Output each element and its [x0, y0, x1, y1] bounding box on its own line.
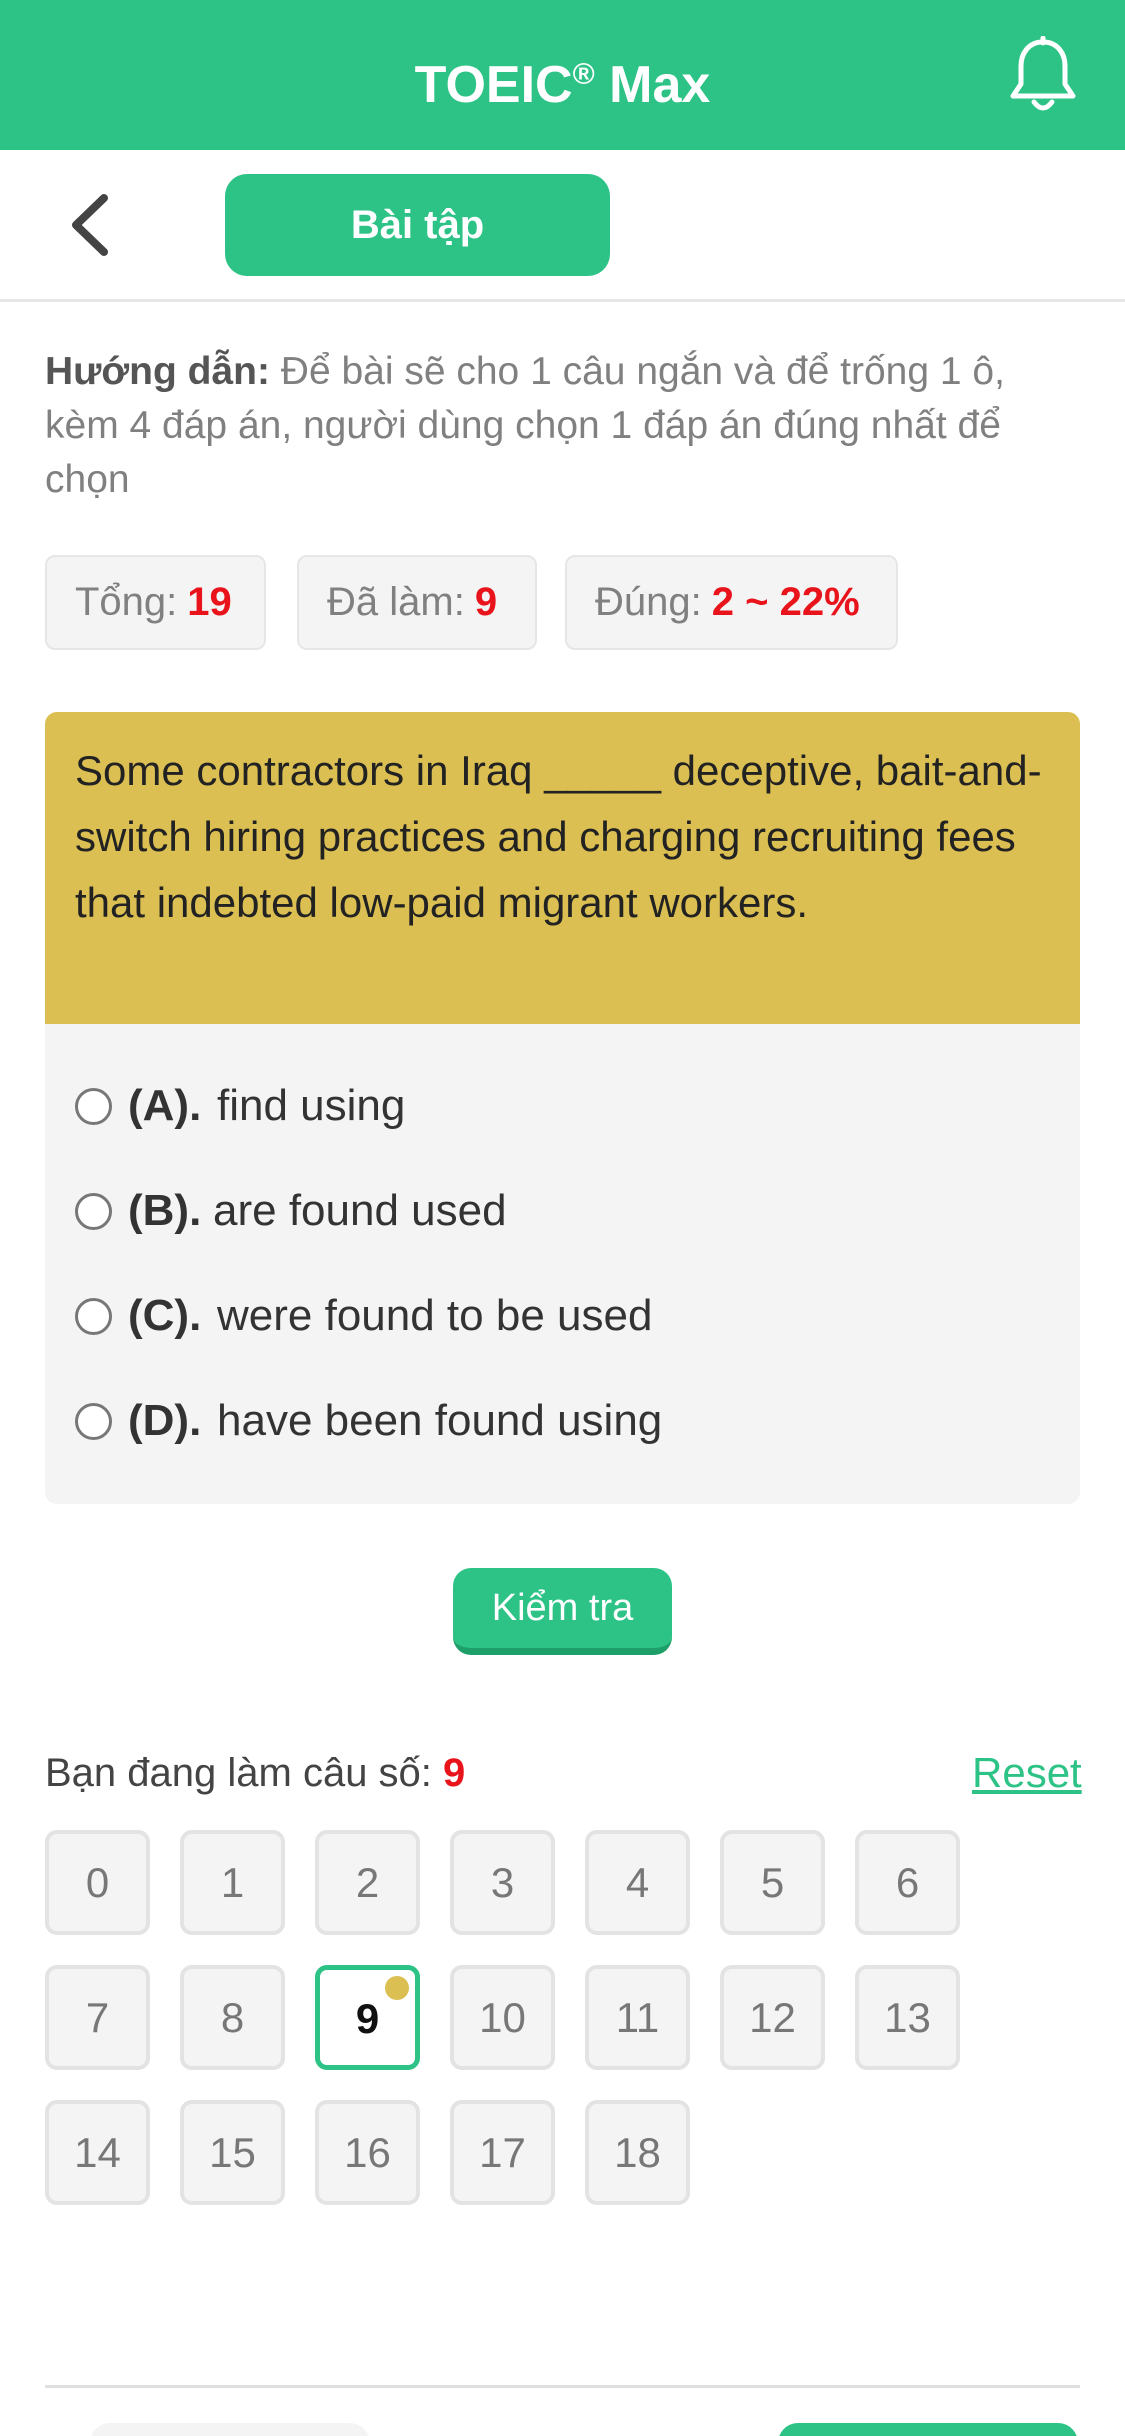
question-text: Some contractors in Iraq _____ deceptive… [45, 712, 1080, 1024]
question-cell[interactable]: 10 [450, 1965, 555, 2070]
check-button[interactable]: Kiểm tra [453, 1568, 672, 1655]
tab-exercises[interactable]: Bài tập [225, 174, 610, 276]
bell-icon[interactable] [1008, 36, 1078, 116]
question-cell[interactable]: 8 [180, 1965, 285, 2070]
answer-option-c[interactable]: (C). were found to be used [75, 1276, 1065, 1356]
question-cell[interactable]: 4 [585, 1830, 690, 1935]
question-cell[interactable]: 14 [45, 2100, 150, 2205]
sub-header: Bài tập [0, 150, 1125, 302]
question-cell[interactable]: 5 [720, 1830, 825, 1935]
stat-done: Đã làm: 9 [297, 555, 537, 650]
question-cell[interactable]: 6 [855, 1830, 960, 1935]
answer-list: (A). find using (B). are found used (C).… [45, 1024, 1080, 1504]
question-cell[interactable]: 3 [450, 1830, 555, 1935]
current-question-number: 9 [443, 1751, 466, 1795]
question-cell[interactable]: 12 [720, 1965, 825, 2070]
question-cell[interactable]: 7 [45, 1965, 150, 2070]
stat-total: Tổng: 19 [45, 555, 266, 650]
radio-icon[interactable] [75, 1088, 112, 1125]
current-marker-dot [385, 1976, 409, 2000]
question-cell[interactable]: 11 [585, 1965, 690, 2070]
question-cell[interactable]: 13 [855, 1965, 960, 2070]
question-cell[interactable]: 18 [585, 2100, 690, 2205]
instructions-label: Hướng dẫn: [45, 350, 270, 393]
question-cell[interactable]: 17 [450, 2100, 555, 2205]
reset-link[interactable]: Reset [972, 1745, 1082, 1801]
app-header: TOEIC® Max [0, 0, 1125, 150]
app-title: TOEIC® Max [414, 56, 711, 114]
question-grid: 0 1 2 3 4 5 6 7 8 9 10 11 12 13 14 15 16… [45, 1830, 1085, 2210]
radio-icon[interactable] [75, 1403, 112, 1440]
question-cell[interactable]: 2 [315, 1830, 420, 1935]
radio-icon[interactable] [75, 1298, 112, 1335]
next-button[interactable] [778, 2423, 1078, 2436]
answer-option-d[interactable]: (D). have been found using [75, 1381, 1065, 1461]
question-cell[interactable]: 15 [180, 2100, 285, 2205]
question-cell[interactable]: 0 [45, 1830, 150, 1935]
instructions: Hướng dẫn: Để bài sẽ cho 1 câu ngắn và đ… [45, 345, 1085, 507]
question-cell[interactable]: 1 [180, 1830, 285, 1935]
question-cell[interactable]: 16 [315, 2100, 420, 2205]
answer-option-b[interactable]: (B). are found used [75, 1171, 1065, 1251]
question-cell-current[interactable]: 9 [315, 1965, 420, 2070]
stat-correct: Đúng: 2 ~ 22% [565, 555, 898, 650]
bottom-divider [45, 2385, 1080, 2388]
radio-icon[interactable] [75, 1193, 112, 1230]
chevron-left-icon[interactable] [62, 190, 122, 260]
progress-label: Bạn đang làm câu số: 9 [45, 1751, 466, 1795]
previous-button[interactable] [90, 2423, 370, 2436]
answer-option-a[interactable]: (A). find using [75, 1066, 1065, 1146]
